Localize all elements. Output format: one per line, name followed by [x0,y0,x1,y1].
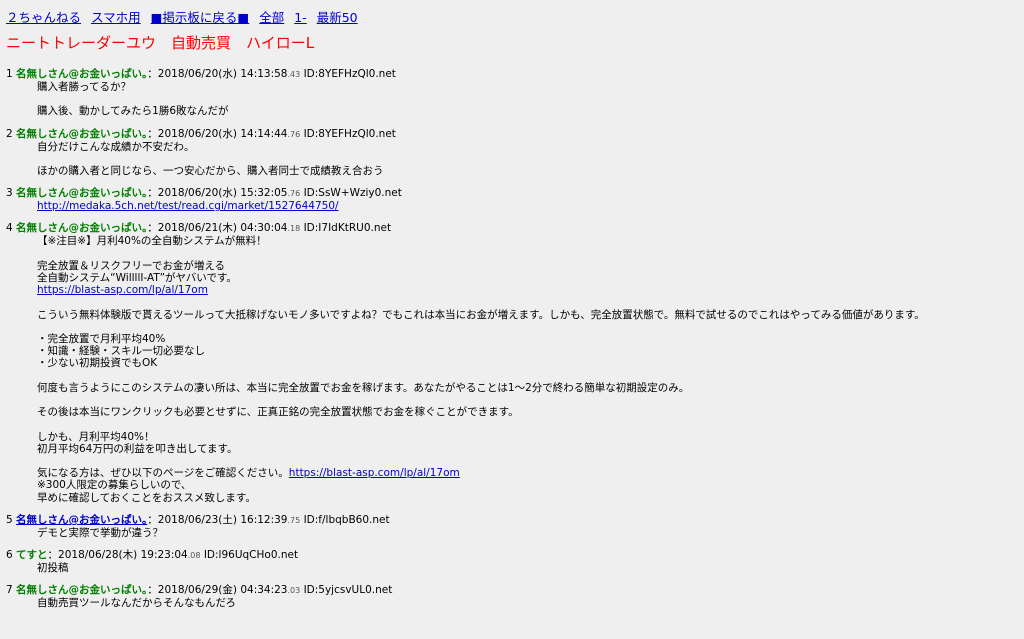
poster-name: 名無しさん@お金いっぱい。 [16,187,148,200]
post-body: デモと実際で挙動が違う？ [37,527,1016,539]
post-paragraph: 気になる方は、ぜひ以下のページをご確認ください。 [37,467,289,480]
post: 7 名無しさん@お金いっぱい。：2018/06/29(金) 04:34:23.0… [6,584,1016,609]
post-milliseconds: .76 [287,129,301,139]
nav-link-back-to-board[interactable]: ■掲示板に戻る■ [151,10,250,25]
post-line: 購入後、動かしてみたら1勝6敗なんだが [37,105,229,118]
post-header: 6 てすと：2018/06/28(木) 19:23:04.08 ID:l96Uq… [6,549,1016,562]
post-date: ：2018/06/20(水) 14:13:58 [147,68,288,80]
post-header: 3 名無しさん@お金いっぱい。：2018/06/20(水) 15:32:05.7… [6,187,1016,200]
post-date: ：2018/06/23(土) 16:12:39 [147,513,288,526]
post-line: ほかの購入者と同じなら、一つ安心だから、購入者同士で成績教え合おう [37,165,384,178]
post-header: 4 名無しさん@お金いっぱい。：2018/06/21(木) 04:30:04.1… [6,222,1016,235]
poster-name-link[interactable]: 名無しさん@お金いっぱい。 [16,514,147,526]
post-body: http://medaka.5ch.net/test/read.cgi/mark… [37,200,1016,212]
post-number[interactable]: 7 [6,584,13,596]
post-body: 自動売買ツールなんだからそんなもんだろ [37,597,1016,609]
poster-name: 名無しさん@お金いっぱい。 [16,68,148,80]
post-header: 2 名無しさん@お金いっぱい。：2018/06/20(水) 14:14:44.7… [6,128,1016,141]
post-date: ：2018/06/20(水) 15:32:05 [147,187,288,200]
post-number[interactable]: 2 [6,128,13,140]
post: 3 名無しさん@お金いっぱい。：2018/06/20(水) 15:32:05.7… [6,187,1016,222]
post: 6 てすと：2018/06/28(木) 19:23:04.08 ID:l96Uq… [6,549,1016,584]
poster-id[interactable]: ID:f/lbqbB60.net [300,514,390,526]
post-paragraph: こういう無料体験版で貰えるツールって大抵稼げないモノ多いですよね？でもこれは本当… [37,308,925,455]
post: 4 名無しさん@お金いっぱい。：2018/06/21(木) 04:30:04.1… [6,222,1016,513]
poster-id[interactable]: ID:8YEFHzQl0.net [300,128,396,140]
nav-link-2ch[interactable]: ２ちゃんねる [6,10,81,25]
post-list: 1 名無しさん@お金いっぱい。：2018/06/20(水) 14:13:58.4… [6,68,1016,610]
nav-link-latest-50[interactable]: 最新50 [317,10,358,25]
poster-name: 名無しさん@お金いっぱい。 [16,127,148,140]
post-number[interactable]: 4 [6,222,13,234]
nav-link-all[interactable]: 全部 [259,10,284,25]
post-line: 自分だけこんな成績か不安だわ。 [37,140,195,153]
poster-id[interactable]: ID:I7IdKtRU0.net [300,222,392,234]
post-link[interactable]: http://medaka.5ch.net/test/read.cgi/mark… [37,200,339,212]
post-line: 購入者勝ってるか？ [37,81,131,93]
poster-id[interactable]: ID:l96UqCHo0.net [200,549,298,561]
post-body: 初投稿 [37,562,1016,574]
post-paragraph: ※300人限定の募集らしいので、 早めに確認しておくことをおススメ致します。 [37,479,256,504]
post-date: ：2018/06/28(木) 19:23:04 [47,549,188,562]
poster-id[interactable]: ID:8YEFHzQl0.net [300,68,396,80]
post-date: ：2018/06/29(金) 04:34:23 [147,584,288,597]
poster-name: 名無しさん@お金いっぱい。 [16,222,148,235]
post-body: 自分だけこんな成績か不安だわ。 ほかの購入者と同じなら、一つ安心だから、購入者同… [37,141,1016,178]
poster-id[interactable]: ID:SsW+Wziy0.net [300,187,402,199]
poster-name: てすと [16,549,48,562]
post-header: 5 名無しさん@お金いっぱい。：2018/06/23(土) 16:12:39.7… [6,514,1016,527]
poster-id[interactable]: ID:5yjcsvUL0.net [300,584,393,596]
post-milliseconds: .75 [287,515,301,525]
post-date: ：2018/06/21(木) 04:30:04 [147,222,288,235]
post-line: デモと実際で挙動が違う？ [37,526,163,539]
post-milliseconds: .08 [187,551,201,561]
post-line: 自動売買ツールなんだからそんなもんだろ [37,597,236,610]
post-number[interactable]: 6 [6,549,13,561]
post: 2 名無しさん@お金いっぱい。：2018/06/20(水) 14:14:44.7… [6,128,1016,188]
post-link[interactable]: https://blast-asp.com/lp/al/17om [37,284,208,296]
post-number[interactable]: 5 [6,514,13,526]
post: 1 名無しさん@お金いっぱい。：2018/06/20(水) 14:13:58.4… [6,68,1016,128]
post-header: 7 名無しさん@お金いっぱい。：2018/06/29(金) 04:34:23.0… [6,584,1016,597]
post-milliseconds: .03 [287,586,301,596]
post-milliseconds: .76 [287,189,301,199]
thread-title: ニートトレーダーユウ 自動売買 ハイローL [6,34,315,52]
post-link[interactable]: https://blast-asp.com/lp/al/17om [289,467,460,479]
nav-link-smartphone[interactable]: スマホ用 [91,10,141,25]
post-number[interactable]: 3 [6,187,13,199]
post-date: ：2018/06/20(水) 14:14:44 [147,127,288,140]
post-number[interactable]: 1 [6,68,13,80]
post-milliseconds: .43 [287,70,301,79]
poster-name: 名無しさん@お金いっぱい。 [16,584,148,597]
post: 5 名無しさん@お金いっぱい。：2018/06/23(土) 16:12:39.7… [6,514,1016,549]
post-line: 初投稿 [37,562,69,575]
post-header: 1 名無しさん@お金いっぱい。：2018/06/20(水) 14:13:58.4… [6,68,1016,81]
nav-link-from-1[interactable]: 1- [294,10,306,25]
post-paragraph: 【※注目※】月利40%の全自動システムが無料！ 完全放置＆リスクフリーでお金が増… [37,235,267,285]
post-milliseconds: .18 [287,224,301,234]
post-body: 購入者勝ってるか？ 購入後、動かしてみたら1勝6敗なんだが [37,81,1016,118]
top-navigation: ２ちゃんねる スマホ用 ■掲示板に戻る■ 全部 1- 最新50 [6,7,364,26]
post-body: 【※注目※】月利40%の全自動システムが無料！ 完全放置＆リスクフリーでお金が増… [37,235,1016,503]
